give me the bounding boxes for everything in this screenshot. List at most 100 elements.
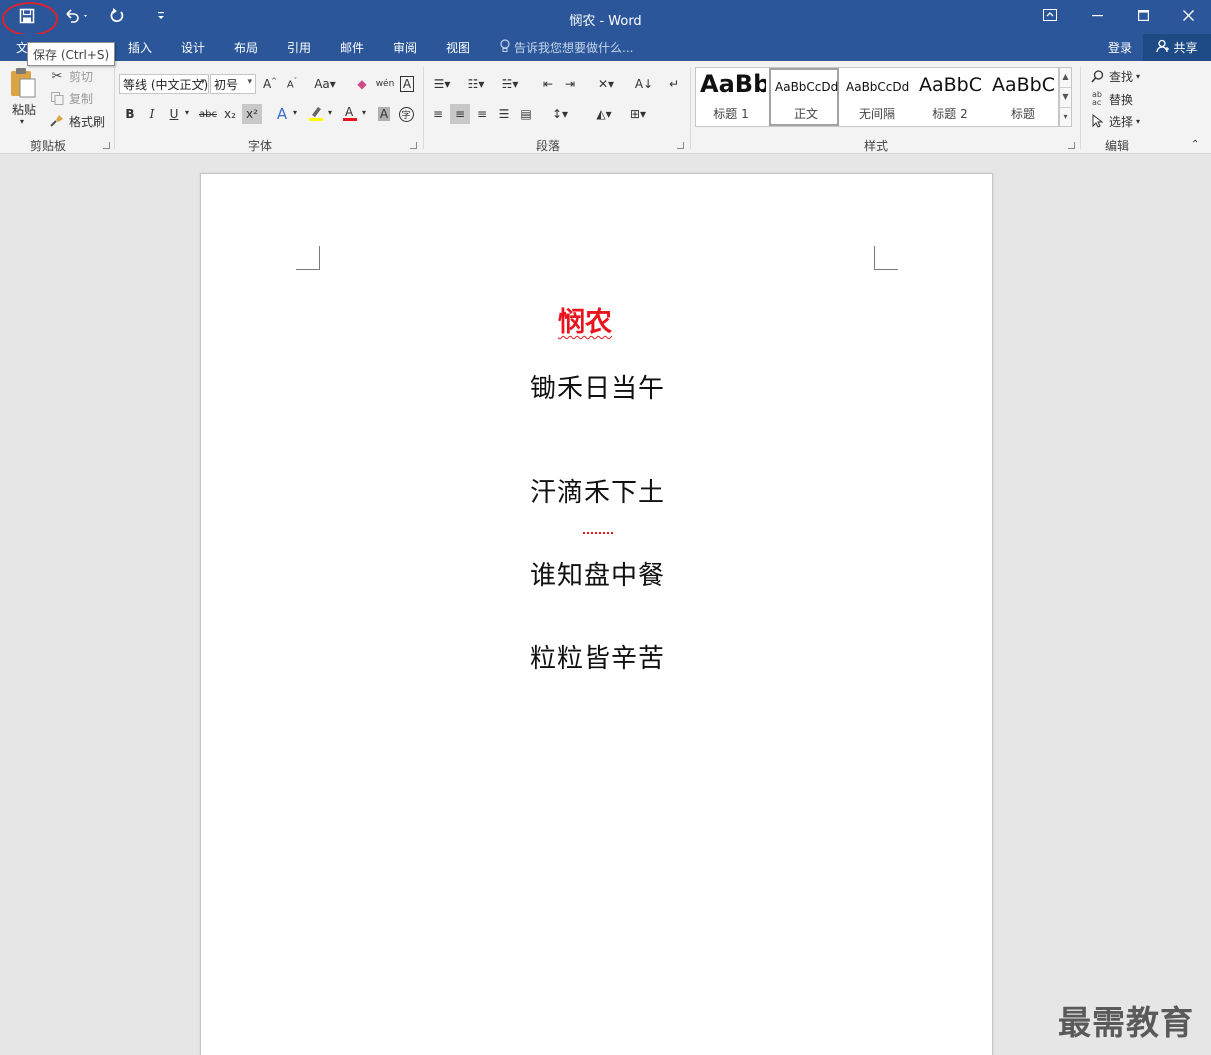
copy-button[interactable]: 复制 xyxy=(48,89,93,107)
select-button[interactable]: 选择 ▾ xyxy=(1088,112,1140,130)
format-painter-button[interactable]: 格式刷 xyxy=(48,112,105,130)
document-title[interactable]: 悯农 xyxy=(201,300,969,339)
sort-button[interactable]: A↓ xyxy=(634,74,654,94)
close-button[interactable] xyxy=(1165,0,1211,34)
justify-button[interactable]: ☰ xyxy=(494,104,514,124)
tab-view[interactable]: 视图 xyxy=(446,39,470,56)
poem-line-4[interactable]: 粒粒皆辛苦 xyxy=(201,638,994,675)
style-title[interactable]: AaBbC 标题 xyxy=(988,68,1058,126)
poem-line-2[interactable]: 汗滴禾下土 xyxy=(201,472,994,509)
sort-icon: A↓ xyxy=(634,77,654,91)
change-case-icon: Aa▾ xyxy=(314,77,336,91)
style-normal[interactable]: AaBbCcDd 正文 xyxy=(769,68,839,126)
subscript-button[interactable]: x₂ xyxy=(220,104,240,124)
character-shading-button[interactable]: A xyxy=(374,104,394,124)
search-icon xyxy=(1088,67,1106,85)
clipboard-launcher[interactable] xyxy=(103,142,110,149)
gallery-up-icon[interactable]: ▲ xyxy=(1060,68,1071,88)
italic-button[interactable]: I xyxy=(142,104,162,124)
margin-corner-marker xyxy=(874,246,898,270)
eraser-icon: ◆ xyxy=(357,77,367,91)
sign-in-link[interactable]: 登录 xyxy=(1108,39,1132,56)
enclose-characters-button[interactable]: 字 xyxy=(396,104,416,124)
minimize-button[interactable] xyxy=(1074,0,1120,34)
font-color-dropdown-arrow[interactable]: ▾ xyxy=(362,108,366,117)
strikethrough-button[interactable]: abc xyxy=(196,104,220,124)
clear-formatting-button[interactable]: ◆ xyxy=(352,74,372,94)
poem-line-1[interactable]: 锄禾日当午 xyxy=(201,368,994,405)
line-spacing-button[interactable]: ↕▾ xyxy=(546,104,574,124)
margin-corner-marker xyxy=(296,246,320,270)
ribbon-tab-bar: 文 插入 设计 布局 引用 邮件 审阅 视图 告诉我您想要做什么... 登录 xyxy=(0,34,1211,61)
paste-button[interactable] xyxy=(8,67,38,102)
replace-button[interactable]: ab ac 替换 xyxy=(1088,90,1133,108)
tab-mailings[interactable]: 邮件 xyxy=(340,39,364,56)
font-color-button[interactable]: A xyxy=(340,104,360,124)
font-launcher[interactable] xyxy=(410,142,417,149)
text-effects-icon: A xyxy=(276,105,288,123)
font-size-combo[interactable]: 初号 ▾ xyxy=(210,74,256,94)
show-marks-button[interactable]: ↵ xyxy=(664,74,684,94)
tab-design[interactable]: 设计 xyxy=(181,39,205,56)
chevron-down-icon: ▾ xyxy=(247,77,252,87)
decrease-indent-button[interactable]: ⇤ xyxy=(538,74,558,94)
style-label: 标题 xyxy=(1010,107,1035,121)
chevron-down-icon: ▾ xyxy=(1136,116,1141,126)
highlight-button[interactable] xyxy=(306,104,326,124)
text-effects-dropdown-arrow[interactable]: ▾ xyxy=(293,108,297,117)
document-page[interactable]: 悯农 锄禾日当午 汗滴禾下土 谁知盘中餐 粒粒皆辛苦 xyxy=(200,173,993,1055)
tab-references[interactable]: 引用 xyxy=(287,39,311,56)
align-center-button[interactable]: ≡ xyxy=(450,104,470,124)
distributed-button[interactable]: ▤ xyxy=(516,104,536,124)
font-name-combo[interactable]: 等线 (中文正文) ▾ xyxy=(119,74,209,94)
tab-layout[interactable]: 布局 xyxy=(234,39,258,56)
phonetic-guide-button[interactable]: wén xyxy=(375,74,395,94)
character-border-button[interactable]: A xyxy=(397,74,417,94)
collapse-ribbon-icon[interactable]: ⌃ xyxy=(1191,139,1199,150)
ribbon-display-options-button[interactable] xyxy=(1027,0,1073,34)
share-button[interactable]: 共享 xyxy=(1143,34,1211,61)
tab-insert[interactable]: 插入 xyxy=(128,39,152,56)
pilcrow-icon: ↵ xyxy=(668,77,680,91)
maximize-button[interactable] xyxy=(1120,0,1166,34)
paragraph-launcher[interactable] xyxy=(677,142,684,149)
change-case-button[interactable]: Aa▾ xyxy=(310,74,340,94)
highlight-dropdown-arrow[interactable]: ▾ xyxy=(328,108,332,117)
style-no-spacing[interactable]: AaBbCcDd 无间隔 xyxy=(842,68,912,126)
phonetic-guide-icon: wén xyxy=(375,79,395,89)
align-right-button[interactable]: ≡ xyxy=(472,104,492,124)
style-heading-2[interactable]: AaBbC 标题 2 xyxy=(915,68,985,126)
chinese-layout-button[interactable]: ✕▾ xyxy=(592,74,620,94)
shrink-font-button[interactable]: Aˇ xyxy=(282,74,302,94)
paste-dropdown-arrow[interactable]: ▾ xyxy=(20,117,24,126)
text-effects-button[interactable]: A xyxy=(272,104,292,124)
style-heading-1[interactable]: AaBb 标题 1 xyxy=(696,68,766,126)
find-button[interactable]: 查找 ▾ xyxy=(1088,67,1140,85)
bullets-button[interactable]: ☰▾ xyxy=(428,74,456,94)
underline-button[interactable]: U xyxy=(164,104,184,124)
gallery-more-icon[interactable]: ▾ xyxy=(1060,108,1071,128)
grow-font-button[interactable]: A^ xyxy=(260,74,280,94)
tab-review[interactable]: 审阅 xyxy=(393,39,417,56)
numbering-button[interactable]: ☷▾ xyxy=(462,74,490,94)
highlighter-icon xyxy=(308,105,324,124)
styles-gallery-scroll[interactable]: ▲ ▼ ▾ xyxy=(1059,67,1072,127)
styles-launcher[interactable] xyxy=(1068,142,1075,149)
bold-button[interactable]: B xyxy=(120,104,140,124)
multilevel-list-button[interactable]: ☵▾ xyxy=(496,74,524,94)
style-preview: AaBbC xyxy=(919,74,983,96)
enclose-characters-icon: 字 xyxy=(398,106,414,122)
poem-line-3[interactable]: 谁知盘中餐 xyxy=(201,555,994,592)
select-label: 选择 xyxy=(1109,114,1134,129)
shading-button[interactable]: ◭▾ xyxy=(590,104,618,124)
superscript-button[interactable]: x² xyxy=(242,104,262,124)
increase-indent-button[interactable]: ⇥ xyxy=(560,74,580,94)
cut-button[interactable]: ✂ 剪切 xyxy=(48,67,93,85)
underline-dropdown-arrow[interactable]: ▾ xyxy=(185,108,189,117)
align-left-button[interactable]: ≡ xyxy=(428,104,448,124)
style-label: 正文 xyxy=(793,107,818,121)
tell-me-box[interactable]: 告诉我您想要做什么... xyxy=(500,39,633,56)
gallery-down-icon[interactable]: ▼ xyxy=(1060,88,1071,108)
paste-label: 粘贴 xyxy=(12,103,37,117)
borders-button[interactable]: ⊞▾ xyxy=(624,104,652,124)
